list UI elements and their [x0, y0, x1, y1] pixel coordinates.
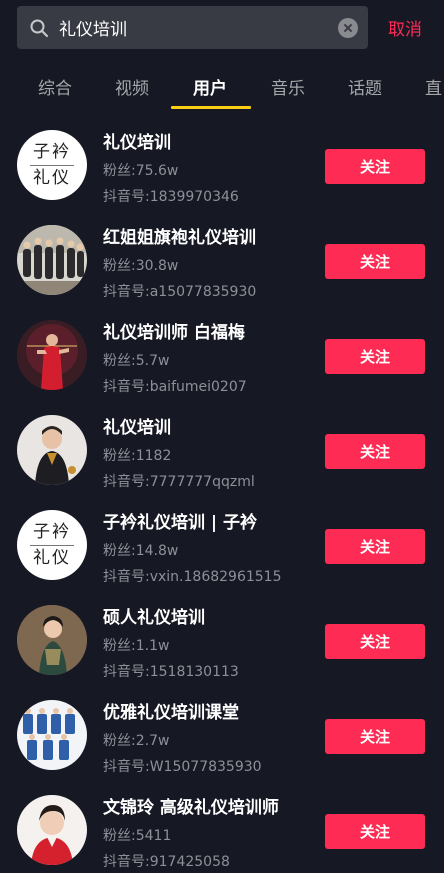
user-name[interactable]: 硕人礼仪培训 [103, 603, 205, 628]
user-name[interactable]: 礼仪培训 [103, 128, 171, 153]
tab-bar: 综合 视频 用户 音乐 话题 直 [0, 66, 444, 110]
douyin-id: 抖音号:baifumei0207 [103, 379, 247, 395]
follow-button[interactable]: 关注 [325, 149, 425, 184]
douyin-id: 抖音号:917425058 [103, 854, 230, 870]
avatar[interactable] [17, 700, 87, 770]
fans-count: 粉丝:1.1w [103, 638, 170, 654]
search-bar[interactable]: 礼仪培训 [17, 6, 368, 49]
follow-button[interactable]: 关注 [325, 434, 425, 469]
list-item[interactable]: 礼仪培训 粉丝:1182 抖音号:7777777qqzml 关注 [0, 403, 444, 498]
fans-count: 粉丝:75.6w [103, 163, 179, 179]
fans-count: 粉丝:2.7w [103, 733, 170, 749]
list-item[interactable]: 子衿 礼仪 子衿礼仪培训 | 子衿 粉丝:14.8w 抖音号:vxin.1868… [0, 498, 444, 593]
follow-button[interactable]: 关注 [325, 719, 425, 754]
tab-videos[interactable]: 视频 [115, 74, 149, 99]
avatar-logo-top: 子衿 [33, 521, 71, 542]
clear-icon[interactable] [338, 17, 358, 38]
user-name[interactable]: 优雅礼仪培训课堂 [103, 698, 239, 723]
avatar-logo-divider [30, 164, 74, 166]
search-icon [29, 18, 49, 38]
tab-comprehensive[interactable]: 综合 [38, 74, 72, 99]
douyin-id: 抖音号:7777777qqzml [103, 474, 255, 490]
active-tab-indicator [171, 106, 251, 109]
douyin-id: 抖音号:vxin.18682961515 [103, 569, 282, 585]
fans-count: 粉丝:1182 [103, 448, 172, 464]
user-name[interactable]: 礼仪培训 [103, 413, 171, 438]
list-item[interactable]: 礼仪培训师 白福梅 粉丝:5.7w 抖音号:baifumei0207 关注 [0, 308, 444, 403]
user-name[interactable]: 红姐姐旗袍礼仪培训 [103, 223, 256, 248]
fans-count: 粉丝:5411 [103, 828, 172, 844]
douyin-id: 抖音号:1518130113 [103, 664, 239, 680]
avatar[interactable] [17, 225, 87, 295]
tab-users[interactable]: 用户 [193, 74, 227, 99]
fans-count: 粉丝:30.8w [103, 258, 179, 274]
douyin-id: 抖音号:W15077835930 [103, 759, 262, 775]
tab-music[interactable]: 音乐 [271, 74, 305, 99]
list-item[interactable]: 文锦玲 高级礼仪培训师 粉丝:5411 抖音号:917425058 关注 [0, 783, 444, 873]
follow-button[interactable]: 关注 [325, 529, 425, 564]
user-name[interactable]: 礼仪培训师 白福梅 [103, 318, 245, 343]
fans-count: 粉丝:14.8w [103, 543, 179, 559]
list-item[interactable]: 红姐姐旗袍礼仪培训 粉丝:30.8w 抖音号:a15077835930 关注 [0, 213, 444, 308]
tab-live[interactable]: 直 [425, 74, 442, 99]
avatar[interactable] [17, 320, 87, 390]
tab-topics[interactable]: 话题 [348, 74, 382, 99]
list-item[interactable]: 子衿 礼仪 礼仪培训 粉丝:75.6w 抖音号:1839970346 关注 [0, 118, 444, 213]
avatar-logo-bottom: 礼仪 [33, 167, 71, 188]
cancel-button[interactable]: 取消 [388, 15, 422, 40]
list-item[interactable]: 优雅礼仪培训课堂 粉丝:2.7w 抖音号:W15077835930 关注 [0, 688, 444, 783]
follow-button[interactable]: 关注 [325, 244, 425, 279]
avatar[interactable]: 子衿 礼仪 [17, 510, 87, 580]
avatar-logo-divider [30, 544, 74, 546]
fans-count: 粉丝:5.7w [103, 353, 170, 369]
douyin-id: 抖音号:a15077835930 [103, 284, 257, 300]
user-name[interactable]: 子衿礼仪培训 | 子衿 [103, 508, 257, 533]
follow-button[interactable]: 关注 [325, 624, 425, 659]
follow-button[interactable]: 关注 [325, 339, 425, 374]
user-name[interactable]: 文锦玲 高级礼仪培训师 [103, 793, 279, 818]
list-item[interactable]: 硕人礼仪培训 粉丝:1.1w 抖音号:1518130113 关注 [0, 593, 444, 688]
search-input[interactable]: 礼仪培训 [59, 15, 338, 40]
avatar-logo-top: 子衿 [33, 141, 71, 162]
avatar[interactable] [17, 415, 87, 485]
avatar[interactable]: 子衿 礼仪 [17, 130, 87, 200]
douyin-id: 抖音号:1839970346 [103, 189, 239, 205]
follow-button[interactable]: 关注 [325, 814, 425, 849]
avatar-logo-bottom: 礼仪 [33, 547, 71, 568]
avatar[interactable] [17, 795, 87, 865]
avatar[interactable] [17, 605, 87, 675]
